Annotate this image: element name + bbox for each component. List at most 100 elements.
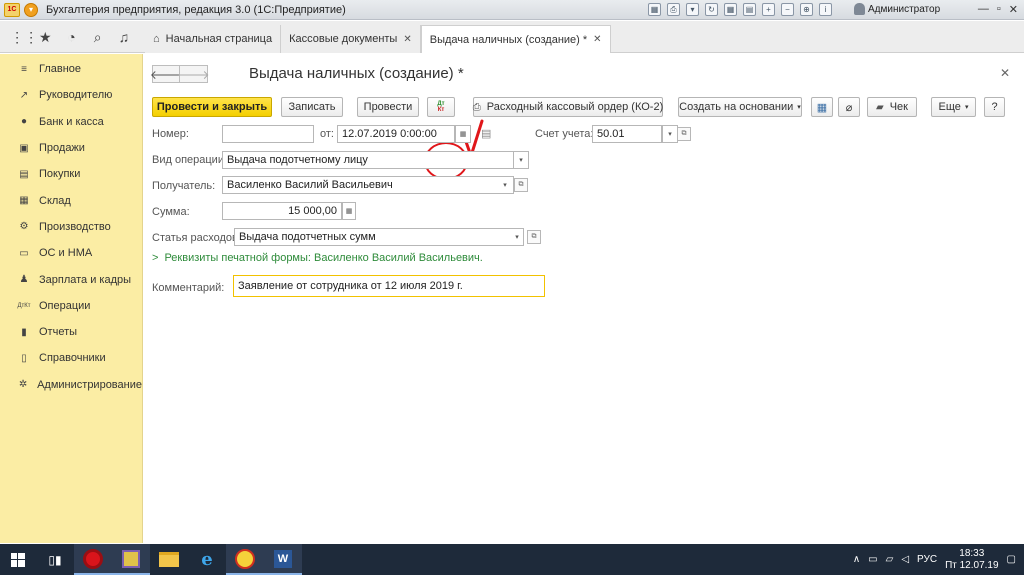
- main-menu-button[interactable]: ▾: [24, 2, 38, 17]
- print-order-button[interactable]: ⎙ Расходный кассовый ордер (КО-2): [473, 97, 663, 117]
- dtkt-report-button[interactable]: Дт Кт: [427, 97, 455, 117]
- favorites-star-icon[interactable]: ★: [36, 29, 54, 46]
- account-field[interactable]: 50.01: [592, 125, 662, 143]
- amount-field[interactable]: 15 000,00: [222, 202, 342, 220]
- open-icon[interactable]: ⧉: [677, 127, 691, 141]
- attach-button[interactable]: ⌀: [838, 97, 860, 117]
- task-view-button[interactable]: ▯▮: [36, 544, 74, 575]
- search-icon[interactable]: ⌕: [89, 29, 107, 46]
- sidebar-item-director[interactable]: ↗ Руководителю: [0, 82, 142, 108]
- tab-cash-withdrawal[interactable]: Выдача наличных (создание) * ✕: [420, 25, 611, 53]
- sidebar-item-warehouse[interactable]: ▦ Склад: [0, 187, 142, 213]
- post-button[interactable]: Провести: [357, 97, 419, 117]
- network-icon[interactable]: ▱: [886, 554, 894, 565]
- chevron-down-icon[interactable]: ▾: [662, 125, 678, 143]
- language-indicator[interactable]: РУС: [917, 554, 937, 565]
- winrar-app[interactable]: [112, 544, 150, 575]
- start-button[interactable]: [0, 544, 36, 575]
- explorer-app[interactable]: [150, 544, 188, 575]
- receipt-button[interactable]: ▰ Чек: [867, 97, 917, 117]
- sidebar-item-reports[interactable]: ▮ Отчеты: [0, 319, 142, 345]
- memory-minus-icon[interactable]: −: [781, 3, 794, 16]
- info-icon[interactable]: i: [819, 3, 832, 16]
- document-form: 🡐 🡒 Выдача наличных (создание) * ✕ Прове…: [144, 54, 1024, 543]
- top-panel: ⋮⋮ ★ ◔ ⌕ ♫ ⌂ Начальная страница Кассовые…: [0, 21, 1024, 53]
- close-icon[interactable]: ✕: [403, 34, 411, 45]
- more-button[interactable]: Еще ▾: [931, 97, 976, 117]
- battery-icon[interactable]: ▭: [868, 554, 877, 565]
- back-button[interactable]: 🡐: [150, 65, 182, 83]
- maximize-icon[interactable]: ▫: [997, 3, 1001, 16]
- close-form-icon[interactable]: ✕: [1000, 66, 1010, 80]
- create-based-on-button[interactable]: Создать на основании ▾: [678, 97, 802, 117]
- history-clock-icon[interactable]: ◔: [62, 29, 80, 45]
- chevron-down-icon[interactable]: ▾: [509, 228, 525, 246]
- bell-icon[interactable]: ♫: [115, 29, 133, 45]
- sidebar-item-label: ОС и НМА: [39, 247, 93, 260]
- recipient-field[interactable]: Василенко Василий Васильевич: [222, 176, 514, 194]
- post-and-close-button[interactable]: Провести и закрыть: [152, 97, 272, 117]
- memory-plus-icon[interactable]: +: [762, 3, 775, 16]
- comment-field[interactable]: Заявление от сотрудника от 12 июля 2019 …: [233, 275, 545, 297]
- calendar-icon[interactable]: ▤: [743, 3, 756, 16]
- sidebar-item-assets[interactable]: ▭ ОС и НМА: [0, 240, 142, 266]
- tab-cash-documents[interactable]: Кассовые документы ✕: [281, 25, 421, 53]
- number-field[interactable]: [222, 125, 314, 143]
- forward-button[interactable]: 🡒: [177, 65, 210, 83]
- sidebar-item-main[interactable]: ≡ Главное: [0, 56, 142, 82]
- tab-home[interactable]: ⌂ Начальная страница: [145, 25, 282, 53]
- link-icon[interactable]: ↻: [705, 3, 718, 16]
- calculator-icon[interactable]: ▦: [342, 202, 356, 220]
- paperclip-icon: ⌀: [845, 101, 853, 114]
- calendar-icon[interactable]: ▦: [455, 125, 471, 143]
- volume-icon[interactable]: ◁: [901, 554, 909, 565]
- opera-app[interactable]: [74, 544, 112, 575]
- help-button[interactable]: ?: [984, 97, 1005, 117]
- chevron-up-icon[interactable]: ∧: [853, 554, 860, 565]
- grid-icon[interactable]: ▦: [648, 3, 661, 16]
- sidebar-item-sales[interactable]: ▣ Продажи: [0, 135, 142, 161]
- operation-type-select[interactable]: Выдача подотчетному лицу: [222, 151, 514, 169]
- sidebar-item-administration[interactable]: ✲ Администрирование: [0, 372, 142, 398]
- close-window-icon[interactable]: ✕: [1009, 3, 1018, 16]
- open-icon[interactable]: ⧉: [514, 178, 528, 192]
- chevron-right-icon: >: [152, 252, 159, 264]
- print-order-label: Расходный кассовый ордер (КО-2): [486, 101, 664, 113]
- save-icon[interactable]: ▾: [686, 3, 699, 16]
- close-icon[interactable]: ✕: [593, 34, 601, 45]
- structure-button[interactable]: ▦: [811, 97, 833, 117]
- minimize-icon[interactable]: —: [978, 3, 989, 16]
- sidebar-item-production[interactable]: ⚙ Производство: [0, 214, 142, 240]
- calculator-icon[interactable]: ▦: [724, 3, 737, 16]
- word-app[interactable]: W: [264, 544, 302, 575]
- open-icon[interactable]: ⧉: [527, 230, 541, 244]
- coin-icon: ●: [20, 116, 28, 128]
- sidebar-item-catalogs[interactable]: ▯ Справочники: [0, 345, 142, 371]
- zoom-icon[interactable]: ⊕: [800, 3, 813, 16]
- chevron-down-icon[interactable]: ▾: [497, 176, 513, 194]
- save-button[interactable]: Записать: [281, 97, 343, 117]
- expense-item-field[interactable]: Выдача подотчетных сумм: [234, 228, 524, 246]
- truck-icon: ▤: [19, 168, 29, 180]
- sidebar-item-label: Справочники: [39, 352, 106, 365]
- apps-grid-icon[interactable]: ⋮⋮: [10, 29, 38, 46]
- sidebar-item-bank[interactable]: ● Банк и касса: [0, 109, 142, 135]
- 1c-app[interactable]: [226, 544, 264, 575]
- chevron-down-icon[interactable]: ▾: [513, 151, 529, 169]
- print-requisites-link[interactable]: > Реквизиты печатной формы: Василенко Вас…: [152, 252, 483, 264]
- date-field[interactable]: 12.07.2019 0:00:00: [337, 125, 455, 143]
- chevron-down-icon: ▾: [964, 104, 969, 111]
- home-icon: ⌂: [153, 33, 160, 45]
- current-user[interactable]: Администратор: [854, 3, 940, 15]
- clock[interactable]: 18:33 Пт 12.07.19: [945, 548, 998, 572]
- sidebar-item-payroll[interactable]: ♟ Зарплата и кадры: [0, 266, 142, 292]
- printer-icon[interactable]: ⎙: [667, 3, 680, 16]
- window-title: Бухгалтерия предприятия, редакция 3.0 (1…: [46, 3, 346, 16]
- sidebar-item-label: Администрирование: [37, 378, 142, 391]
- sidebar-item-operations[interactable]: ДтКт Операции: [0, 293, 142, 319]
- sidebar-item-purchases[interactable]: ▤ Покупки: [0, 161, 142, 187]
- document-list-icon[interactable]: ▤: [481, 127, 491, 140]
- 1c-logo-icon: [235, 548, 255, 569]
- notifications-icon[interactable]: ▢: [1007, 554, 1016, 565]
- ie-app[interactable]: e: [188, 544, 226, 575]
